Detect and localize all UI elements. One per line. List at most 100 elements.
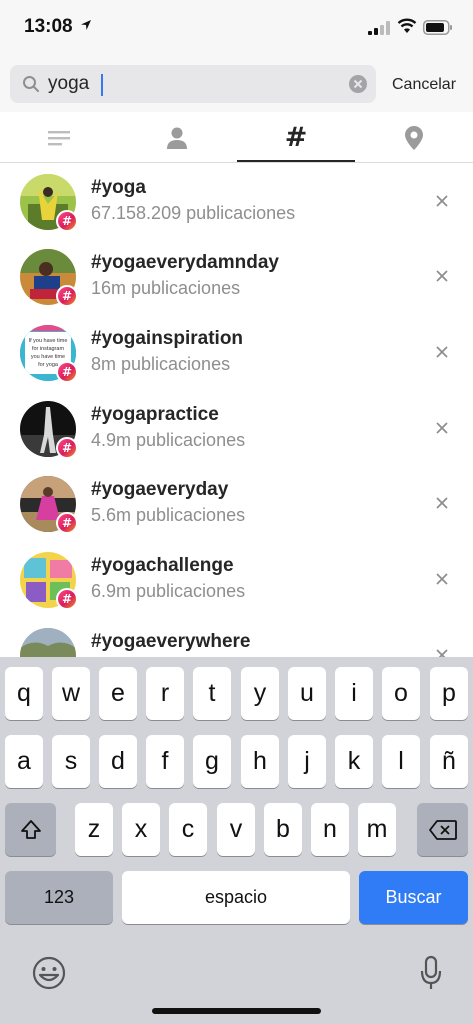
key-m[interactable]: m	[358, 803, 396, 856]
tab-top[interactable]	[0, 112, 118, 163]
post-count: 67.158.209 publicaciones	[91, 203, 296, 223]
microphone-icon[interactable]	[420, 955, 442, 991]
remove-result-icon[interactable]	[434, 647, 450, 657]
hashtag-badge-icon: #	[56, 285, 78, 307]
key-c[interactable]: c	[169, 803, 207, 856]
status-time: 13:08	[24, 16, 73, 37]
post-count: 8m publicaciones	[91, 354, 231, 374]
key-f[interactable]: f	[146, 735, 184, 788]
hashtag-name: #yogachallenge	[91, 555, 234, 576]
avatar-quote-line: you have time	[31, 354, 65, 360]
post-count: 6.9m publicaciones	[91, 581, 246, 601]
hashtag-name: #yogaeveryday	[91, 479, 229, 500]
numbers-key[interactable]: 123	[5, 871, 113, 924]
home-indicator	[152, 1008, 321, 1014]
list-item[interactable]: # #yogaeverydamnday 16m publicaciones	[0, 239, 473, 314]
active-tab-indicator	[237, 160, 355, 162]
hashtag-name: #yogaeverydamnday	[91, 252, 279, 273]
search-bar-row: Cancelar	[0, 56, 473, 112]
tab-people[interactable]	[118, 112, 236, 163]
key-s[interactable]: s	[52, 735, 90, 788]
remove-result-icon[interactable]	[434, 571, 450, 587]
avatar-quote-line: for instagram	[32, 346, 65, 352]
remove-result-icon[interactable]	[434, 495, 450, 511]
cancel-button[interactable]: Cancelar	[392, 76, 456, 94]
wifi-icon	[397, 18, 417, 33]
post-count: 16m publicaciones	[91, 278, 241, 298]
key-w[interactable]: w	[52, 667, 90, 720]
list-item[interactable]: # #yoga 67.158.209 publicaciones	[0, 164, 473, 239]
lines-icon	[48, 130, 70, 145]
key-e[interactable]: e	[99, 667, 137, 720]
remove-result-icon[interactable]	[434, 420, 450, 436]
hashtag-badge-icon: #	[56, 361, 78, 383]
hashtag-name: #yogaeverywhere	[91, 631, 251, 652]
status-bar: 13:08	[0, 0, 473, 56]
hashtag-icon: #	[284, 122, 308, 153]
person-icon	[167, 127, 187, 149]
space-key[interactable]: espacio	[122, 871, 350, 924]
list-item[interactable]: # #yogachallenge 6.9m publicaciones	[0, 542, 473, 617]
delete-key[interactable]	[417, 803, 468, 856]
key-a[interactable]: a	[5, 735, 43, 788]
key-y[interactable]: y	[241, 667, 279, 720]
remove-result-icon[interactable]	[434, 193, 450, 209]
backspace-icon	[428, 819, 457, 840]
cellular-signal-icon	[368, 21, 390, 35]
key-u[interactable]: u	[288, 667, 326, 720]
list-item[interactable]: If you have time for instagram you have …	[0, 315, 473, 390]
key-z[interactable]: z	[75, 803, 113, 856]
key-k[interactable]: k	[335, 735, 373, 788]
hashtag-name: #yoga	[91, 177, 146, 198]
search-input[interactable]	[48, 69, 338, 99]
emoji-icon[interactable]	[31, 955, 67, 991]
key-x[interactable]: x	[122, 803, 160, 856]
hashtag-badge-icon: #	[56, 588, 78, 610]
search-category-tabs: #	[0, 112, 473, 163]
key-o[interactable]: o	[382, 667, 420, 720]
tab-tags[interactable]: #	[237, 112, 355, 163]
post-count: 5.6m publicaciones	[91, 505, 246, 525]
key-enye[interactable]: ñ	[430, 735, 468, 788]
key-p[interactable]: p	[430, 667, 468, 720]
shift-key[interactable]	[5, 803, 56, 856]
search-field[interactable]	[10, 65, 376, 103]
key-r[interactable]: r	[146, 667, 184, 720]
list-item[interactable]: # #yogapractice 4.9m publicaciones	[0, 391, 473, 466]
tab-places[interactable]	[355, 112, 473, 163]
hashtag-badge-icon: #	[56, 512, 78, 534]
key-d[interactable]: d	[99, 735, 137, 788]
hashtag-badge-icon: #	[56, 437, 78, 459]
avatar-quote-line: If you have time	[29, 338, 68, 344]
key-j[interactable]: j	[288, 735, 326, 788]
text-caret	[101, 74, 103, 96]
hashtag-thumbnail	[20, 628, 76, 657]
search-key[interactable]: Buscar	[359, 871, 468, 924]
remove-result-icon[interactable]	[434, 344, 450, 360]
key-h[interactable]: h	[241, 735, 279, 788]
list-item[interactable]: #yogaeverywhere	[0, 618, 473, 657]
hashtag-results-list: # #yoga 67.158.209 publicaciones # #yoga…	[0, 164, 473, 657]
key-v[interactable]: v	[217, 803, 255, 856]
hashtag-name: #yogainspiration	[91, 328, 244, 349]
hashtag-badge-icon: #	[56, 210, 78, 232]
shift-icon	[20, 819, 41, 839]
key-g[interactable]: g	[193, 735, 231, 788]
location-pin-icon	[405, 125, 423, 150]
hashtag-name: #yogapractice	[91, 404, 219, 425]
list-item[interactable]: # #yogaeveryday 5.6m publicaciones	[0, 466, 473, 541]
key-i[interactable]: i	[335, 667, 373, 720]
clear-search-icon[interactable]	[349, 75, 367, 93]
key-l[interactable]: l	[382, 735, 420, 788]
key-q[interactable]: q	[5, 667, 43, 720]
battery-icon	[423, 20, 452, 35]
remove-result-icon[interactable]	[434, 268, 450, 284]
key-n[interactable]: n	[311, 803, 349, 856]
key-b[interactable]: b	[264, 803, 302, 856]
search-icon	[23, 76, 39, 92]
key-t[interactable]: t	[193, 667, 231, 720]
app-screen: 13:08 yoga Cancelar # # #yoga 67.158.209…	[0, 0, 473, 1024]
post-count: 4.9m publicaciones	[91, 430, 246, 450]
location-arrow-icon	[81, 20, 91, 30]
onscreen-keyboard: q w e r t y u i o p a s d f g h j k l ñ …	[0, 657, 473, 1024]
